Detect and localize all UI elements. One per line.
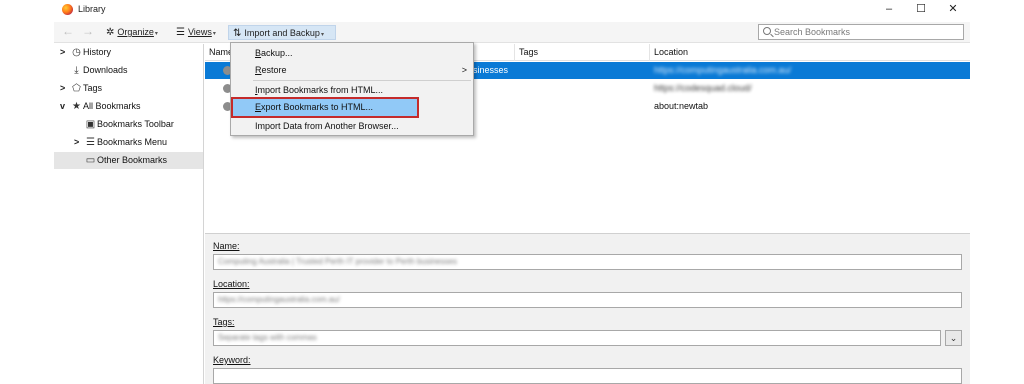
folder-icon: ▭ bbox=[85, 155, 96, 166]
bookmark-tags-cell bbox=[519, 80, 649, 97]
sidebar-item-tags[interactable]: > ⬠ Tags bbox=[60, 80, 102, 97]
bookmark-tags-cell bbox=[519, 62, 649, 79]
import-backup-label: Import and Backup bbox=[244, 28, 320, 38]
import-export-arrows-icon: ⇅ bbox=[233, 28, 242, 39]
sidebar-item-bookmarks-menu[interactable]: > ☰ Bookmarks Menu bbox=[74, 134, 167, 151]
expand-arrow-icon[interactable]: > bbox=[60, 80, 70, 97]
clock-icon: ◷ bbox=[72, 47, 81, 58]
bookmark-location-cell: https://computingaustralia.com.au/ bbox=[654, 65, 792, 75]
download-icon: ⤓ bbox=[74, 65, 79, 76]
search-input[interactable] bbox=[774, 26, 960, 38]
views-menu-button[interactable]: ☰ Views▾ bbox=[176, 25, 216, 40]
toolbar: ← → ✲ Organize▾ ☰ Views▾ ⇅ Import and Backu… bbox=[54, 22, 970, 43]
import-backup-menu-button[interactable]: ⇅ Import and Backup▾ bbox=[228, 25, 336, 40]
organize-label: Organize bbox=[117, 27, 154, 37]
views-icon: ☰ bbox=[176, 27, 185, 38]
maximize-button[interactable]: ☐ bbox=[906, 1, 936, 18]
menu-item-import-html[interactable]: Import Bookmarks from HTML... bbox=[231, 82, 473, 99]
import-backup-dropdown-menu: Backup... Restore > Import Bookmarks fro… bbox=[230, 42, 474, 136]
tags-field-placeholder: Separate tags with commas bbox=[218, 333, 317, 342]
expand-arrow-icon[interactable]: > bbox=[74, 134, 84, 151]
forward-button[interactable]: → bbox=[82, 24, 94, 39]
tags-dropdown-button[interactable]: ⌄ bbox=[945, 330, 962, 346]
chevron-down-icon: ▾ bbox=[154, 31, 158, 37]
collapse-arrow-icon[interactable]: v bbox=[60, 98, 70, 115]
gear-icon: ✲ bbox=[106, 27, 115, 38]
menu-item-label: xport Bookmarks to HTML... bbox=[261, 102, 374, 112]
sidebar-item-label: History bbox=[83, 47, 112, 57]
library-window: Library – ☐ ✕ ← → ✲ Organize▾ ☰ Views▾ ⇅ Im… bbox=[54, 0, 970, 384]
title-bar: Library – ☐ ✕ bbox=[54, 0, 970, 20]
bookmark-tags-cell bbox=[519, 98, 649, 115]
toolbar-icon: ▣ bbox=[85, 119, 96, 130]
sidebar-item-label: Bookmarks Toolbar bbox=[97, 119, 174, 129]
back-button[interactable]: ← bbox=[62, 24, 74, 39]
name-label: Name: bbox=[213, 241, 240, 251]
menu-item-label-pre: Import Data from Another Browser bbox=[255, 121, 392, 131]
menu-separator bbox=[253, 80, 471, 81]
sidebar-item-downloads[interactable]: ⤓ Downloads bbox=[60, 62, 128, 79]
menu-item-label: mport Bookmarks from HTML... bbox=[257, 85, 384, 95]
tag-icon: ⬠ bbox=[72, 83, 81, 94]
chevron-down-icon: ▾ bbox=[212, 31, 216, 37]
sidebar-item-all-bookmarks[interactable]: v ★ All Bookmarks bbox=[60, 98, 141, 115]
bookmark-location-cell: about:newtab bbox=[654, 101, 709, 111]
location-field-value: https://computingaustralia.com.au/ bbox=[218, 295, 340, 304]
star-icon: ★ bbox=[72, 101, 81, 112]
location-label: Location: bbox=[213, 279, 250, 289]
close-button[interactable]: ✕ bbox=[938, 1, 968, 18]
sidebar-tree: > ◷ History ⤓ Downloads > ⬠ Tags v ★ All Bookma… bbox=[54, 44, 204, 384]
views-label: Views bbox=[187, 27, 212, 37]
sidebar-item-bookmarks-toolbar[interactable]: ▣ Bookmarks Toolbar bbox=[74, 116, 174, 133]
menu-item-import-browser[interactable]: Import Data from Another Browser... bbox=[231, 118, 473, 135]
location-field[interactable]: https://computingaustralia.com.au/ bbox=[213, 292, 962, 308]
expand-arrow-icon[interactable]: > bbox=[60, 44, 70, 61]
tags-field[interactable]: Separate tags with commas bbox=[213, 330, 941, 346]
menu-item-label: ... bbox=[391, 121, 399, 131]
minimize-button[interactable]: – bbox=[874, 1, 904, 18]
sidebar-item-label: Downloads bbox=[83, 65, 128, 75]
menu-item-backup[interactable]: Backup... bbox=[231, 45, 473, 62]
keyword-field[interactable] bbox=[213, 368, 962, 384]
sidebar-item-label: All Bookmarks bbox=[83, 101, 141, 111]
name-field[interactable]: Computing Australia | Trusted Perth IT p… bbox=[213, 254, 962, 270]
sidebar-item-history[interactable]: > ◷ History bbox=[60, 44, 111, 61]
sidebar-item-label: Tags bbox=[83, 83, 103, 93]
search-box[interactable] bbox=[758, 24, 964, 40]
organize-menu-button[interactable]: ✲ Organize▾ bbox=[106, 25, 158, 40]
menu-item-restore[interactable]: Restore > bbox=[231, 62, 473, 79]
sidebar-item-label: Bookmarks Menu bbox=[97, 137, 168, 147]
keyword-label: Keyword: bbox=[213, 355, 251, 365]
submenu-arrow-icon: > bbox=[461, 65, 467, 75]
bookmark-location-cell: https://codesquad.cloud/ bbox=[654, 83, 752, 93]
name-field-value: Computing Australia | Trusted Perth IT p… bbox=[218, 257, 457, 266]
sidebar-item-label: Other Bookmarks bbox=[97, 155, 168, 165]
chevron-down-icon: ▾ bbox=[320, 32, 324, 38]
column-header-location[interactable]: Location bbox=[650, 44, 970, 61]
sidebar-item-other-bookmarks[interactable]: ▭ Other Bookmarks bbox=[54, 152, 203, 169]
search-icon bbox=[763, 27, 771, 35]
menu-list-icon: ☰ bbox=[86, 137, 95, 148]
menu-item-label: estore bbox=[261, 65, 287, 75]
menu-item-export-html[interactable]: Export Bookmarks to HTML... bbox=[231, 97, 419, 118]
firefox-logo-icon bbox=[62, 4, 73, 15]
tags-label: Tags: bbox=[213, 317, 235, 327]
bookmark-details-pane: Name: Computing Australia | Trusted Pert… bbox=[205, 233, 970, 384]
window-title: Library bbox=[78, 4, 106, 14]
column-header-tags[interactable]: Tags bbox=[515, 44, 650, 61]
menu-item-label: ackup... bbox=[261, 48, 293, 58]
